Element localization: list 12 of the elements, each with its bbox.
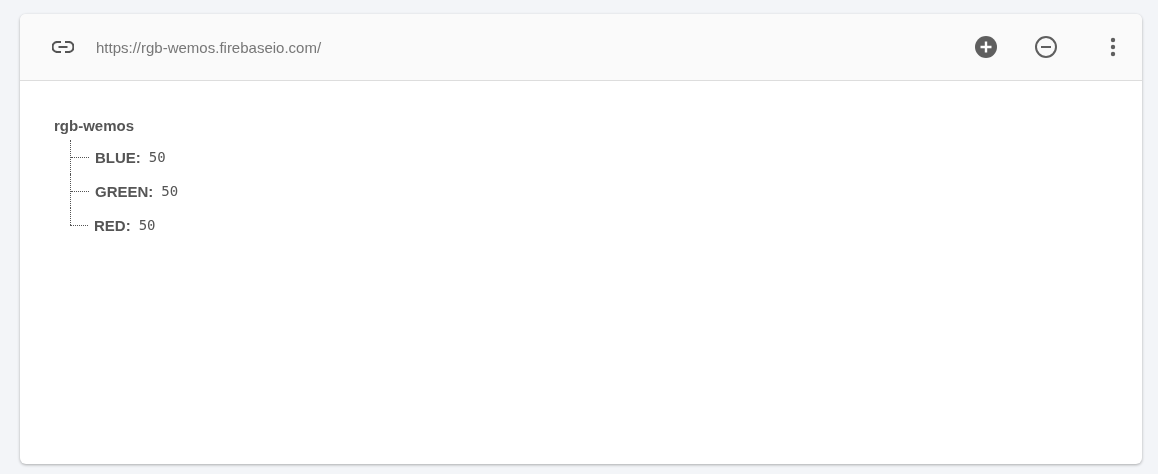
tree-key[interactable]: BLUE: bbox=[95, 148, 141, 166]
remove-icon[interactable] bbox=[1034, 35, 1058, 59]
tree-key[interactable]: RED: bbox=[94, 216, 131, 234]
more-menu-icon[interactable] bbox=[1110, 37, 1116, 57]
add-icon[interactable] bbox=[974, 35, 998, 59]
database-url: https://rgb-wemos.firebaseio.com/ bbox=[96, 38, 322, 56]
tree-value[interactable]: 50 bbox=[161, 183, 179, 199]
tree-root-key[interactable]: rgb-wemos bbox=[54, 117, 1108, 134]
tree-key[interactable]: GREEN: bbox=[95, 182, 154, 200]
tree-value[interactable]: 50 bbox=[148, 149, 166, 165]
link-icon bbox=[52, 41, 74, 53]
tree-value[interactable]: 50 bbox=[138, 217, 156, 233]
